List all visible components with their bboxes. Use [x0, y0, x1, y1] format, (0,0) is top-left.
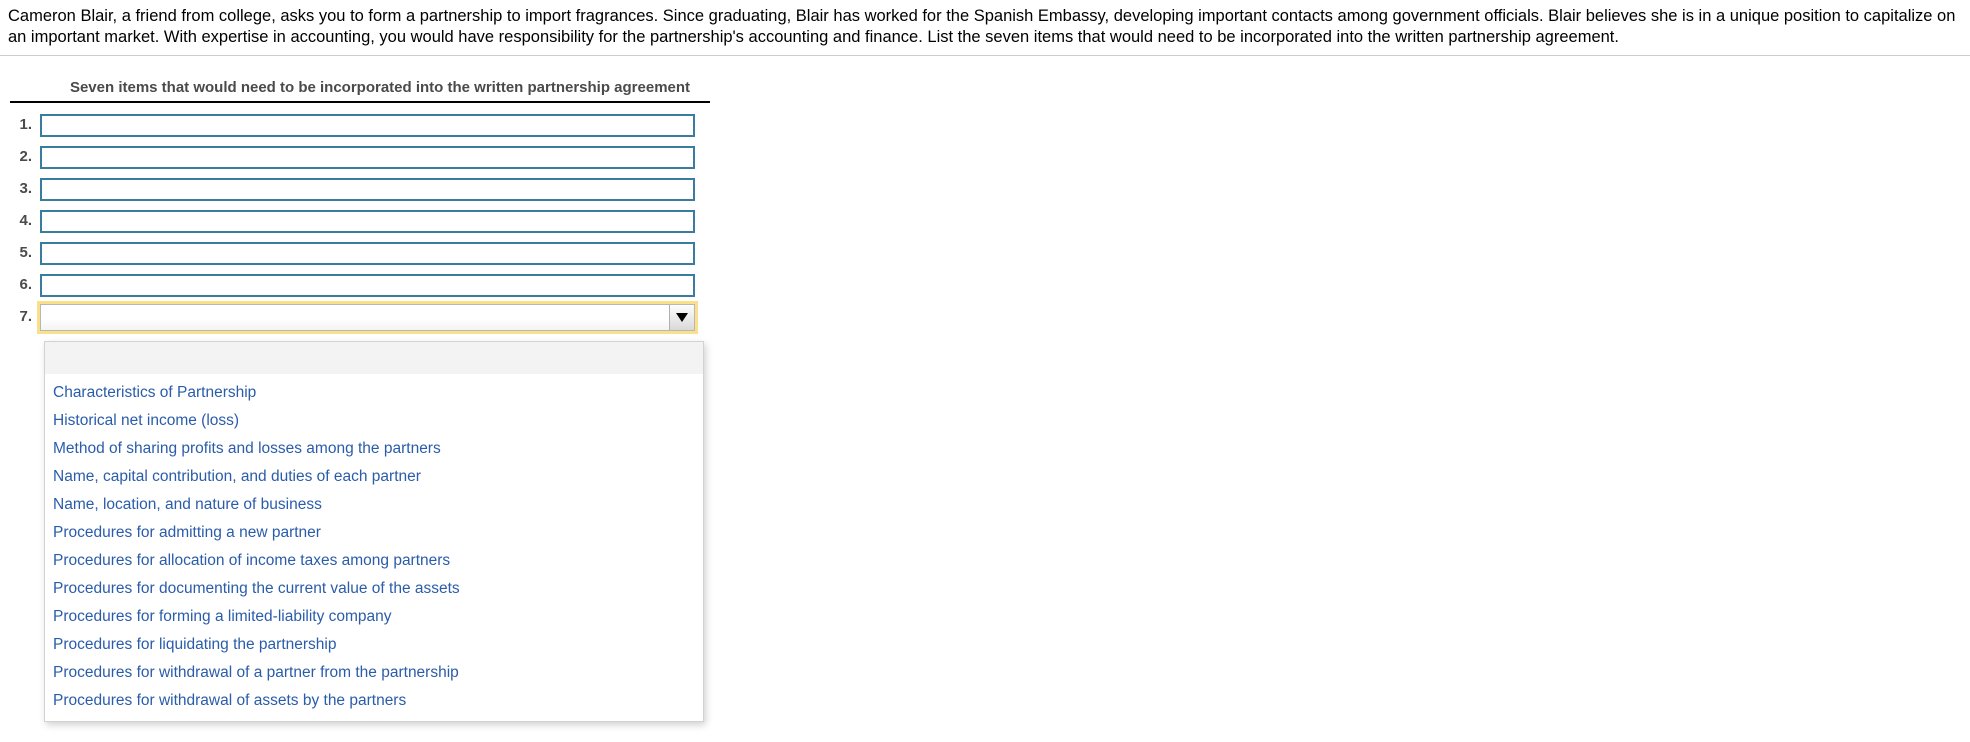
select-toggle-button[interactable] [669, 304, 694, 330]
table-row: 7. [0, 301, 760, 333]
answer-input-3[interactable] [40, 177, 695, 201]
row-number: 1. [19, 116, 32, 133]
row-number: 2. [19, 148, 32, 165]
dropdown-option[interactable]: Procedures for allocation of income taxe… [45, 547, 703, 575]
question-prompt: Cameron Blair, a friend from college, as… [8, 7, 1956, 46]
row-number: 4. [19, 212, 32, 229]
dropdown-option[interactable]: Name, location, and nature of business [45, 491, 703, 519]
dropdown-option[interactable]: Procedures for withdrawal of assets by t… [45, 687, 703, 715]
row-number: 3. [19, 180, 32, 197]
select-selected-value [41, 305, 669, 330]
page-root: Cameron Blair, a friend from college, as… [0, 0, 1970, 742]
dropdown-option[interactable]: Procedures for liquidating the partnersh… [45, 631, 703, 659]
chevron-down-icon [676, 312, 688, 322]
table-row: 2. [0, 141, 760, 173]
answer-input-4[interactable] [40, 209, 695, 233]
row-number: 7. [19, 308, 32, 325]
dropdown-option-list: Characteristics of Partnership Historica… [45, 375, 703, 715]
dropdown-option[interactable]: Procedures for admitting a new partner [45, 519, 703, 547]
answer-input-6[interactable] [40, 273, 695, 297]
answer-input-1[interactable] [40, 113, 695, 137]
dropdown-panel: Characteristics of Partnership Historica… [44, 341, 704, 722]
dropdown-option[interactable]: Procedures for documenting the current v… [45, 575, 703, 603]
table-row: 4. [0, 205, 760, 237]
answer-table: Seven items that would need to be incorp… [0, 78, 760, 333]
dropdown-option-blank[interactable] [45, 342, 703, 375]
table-row: 5. [0, 237, 760, 269]
dropdown-option[interactable]: Procedures for forming a limited-liabili… [45, 603, 703, 631]
row-number: 6. [19, 276, 32, 293]
dropdown-option[interactable]: Name, capital contribution, and duties o… [45, 463, 703, 491]
table-column-header: Seven items that would need to be incorp… [69, 79, 691, 96]
row-number: 5. [19, 244, 32, 261]
table-row: 1. [0, 109, 760, 141]
dropdown-option[interactable]: Historical net income (loss) [45, 407, 703, 435]
dropdown-option[interactable]: Method of sharing profits and losses amo… [45, 435, 703, 463]
answer-rows: 1. 2. 3. 4. 5. 6. 7. [0, 103, 760, 333]
table-row: 6. [0, 269, 760, 301]
answer-input-5[interactable] [40, 241, 695, 265]
prompt-divider [0, 55, 1970, 56]
table-row: 3. [0, 173, 760, 205]
dropdown-option[interactable]: Procedures for withdrawal of a partner f… [45, 659, 703, 687]
answer-input-2[interactable] [40, 145, 695, 169]
answer-select-7[interactable] [40, 303, 695, 331]
dropdown-option[interactable]: Characteristics of Partnership [45, 379, 703, 407]
